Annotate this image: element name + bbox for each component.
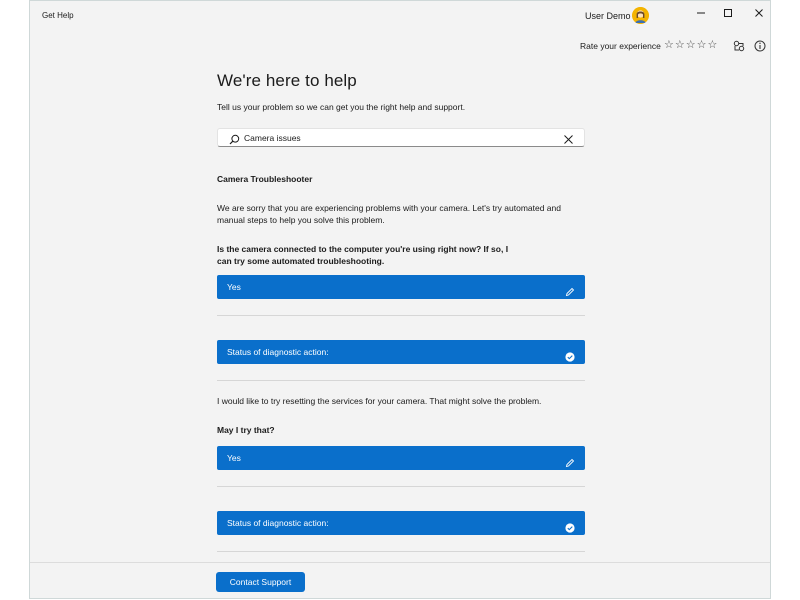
title-bar: Get Help User Demo xyxy=(30,1,770,33)
clear-search-icon[interactable] xyxy=(563,132,574,150)
check-circle-icon xyxy=(565,518,575,542)
app-title: Get Help xyxy=(42,11,74,20)
rating-stars: ☆ ☆ ☆ ☆ ☆ xyxy=(664,39,717,51)
diagnostic-status-2: Status of diagnostic action: xyxy=(217,511,585,535)
footer: Contact Support xyxy=(30,562,770,598)
rate-experience-label: Rate your experience xyxy=(580,41,661,51)
close-button[interactable] xyxy=(742,1,770,25)
search-icon xyxy=(229,132,240,150)
divider xyxy=(217,315,585,316)
avatar[interactable] xyxy=(632,7,649,24)
answer-label: Yes xyxy=(227,453,241,463)
contact-support-button[interactable]: Contact Support xyxy=(216,572,305,592)
get-help-window: Get Help User Demo Rate your experience … xyxy=(29,0,771,599)
search-box[interactable] xyxy=(217,128,585,147)
divider xyxy=(217,551,585,552)
answer-yes-1[interactable]: Yes xyxy=(217,275,585,299)
rating-star-5[interactable]: ☆ xyxy=(708,39,718,51)
check-circle-icon xyxy=(565,347,575,371)
status-label: Status of diagnostic action: xyxy=(227,347,329,357)
diagnostic-status-1: Status of diagnostic action: xyxy=(217,340,585,364)
share-icon[interactable] xyxy=(733,39,745,57)
search-input[interactable] xyxy=(244,131,544,144)
info-icon[interactable] xyxy=(754,39,766,57)
answer-label: Yes xyxy=(227,282,241,292)
question-may-i-try: May I try that? xyxy=(217,425,275,435)
rating-star-4[interactable]: ☆ xyxy=(697,39,707,51)
maximize-button[interactable] xyxy=(711,1,745,25)
page-title: We're here to help xyxy=(217,71,357,90)
status-label: Status of diagnostic action: xyxy=(227,518,329,528)
rating-star-1[interactable]: ☆ xyxy=(664,39,674,51)
edit-icon[interactable] xyxy=(565,282,575,306)
answer-yes-2[interactable]: Yes xyxy=(217,446,585,470)
troubleshooter-title: Camera Troubleshooter xyxy=(217,174,313,184)
reset-services-text: I would like to try resetting the servic… xyxy=(217,396,542,406)
divider xyxy=(217,486,585,487)
page-subtitle: Tell us your problem so we can get you t… xyxy=(217,102,466,112)
troubleshooter-intro: We are sorry that you are experiencing p… xyxy=(217,203,561,225)
user-name[interactable]: User Demo xyxy=(585,11,631,21)
rating-star-3[interactable]: ☆ xyxy=(686,39,696,51)
edit-icon[interactable] xyxy=(565,453,575,477)
divider xyxy=(217,380,585,381)
rating-star-2[interactable]: ☆ xyxy=(675,39,685,51)
question-camera-connected: Is the camera connected to the computer … xyxy=(217,244,509,266)
